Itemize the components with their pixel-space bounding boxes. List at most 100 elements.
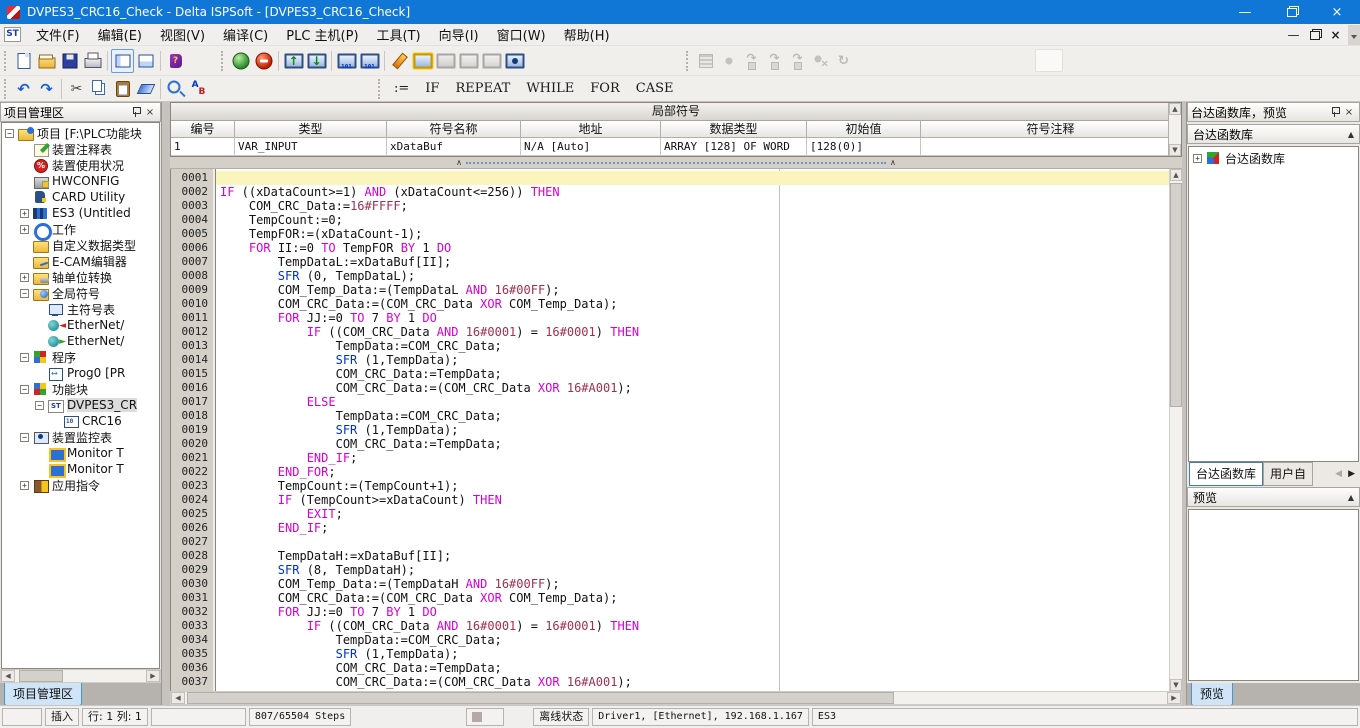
code-line[interactable]: TempCount:=0; — [216, 213, 1169, 227]
code-line[interactable]: TempData:=COM_CRC_Data; — [216, 633, 1169, 647]
edit-pen-button[interactable] — [388, 49, 411, 73]
mdi-close-button[interactable]: × — [1325, 26, 1346, 44]
symbol-cell[interactable]: [128(0)] — [807, 138, 921, 156]
menu-item[interactable]: 编辑(E) — [89, 22, 151, 47]
code-line[interactable]: FOR II:=0 TO TempFOR BY 1 DO — [216, 241, 1169, 255]
mdi-restore-button[interactable] — [1304, 26, 1325, 44]
code-line[interactable]: SFR (1,TempData); — [216, 353, 1169, 367]
menu-item[interactable]: 窗口(W) — [488, 22, 555, 47]
tab-scroll-left-icon[interactable]: ◀ — [1332, 467, 1345, 481]
toolbar-grip[interactable] — [4, 51, 8, 71]
tree-item[interactable]: +ES3 (Untitled — [2, 205, 159, 221]
print-button[interactable] — [81, 49, 104, 73]
expander-minus-icon[interactable]: − — [35, 401, 44, 410]
re-execute-button[interactable] — [832, 49, 855, 73]
monitor-offline-1-button[interactable] — [457, 49, 480, 73]
code-line[interactable]: COM_Temp_Data:=(TempDataH AND 16#00FF); — [216, 577, 1169, 591]
tree-item[interactable]: 自定义数据类型 — [2, 237, 159, 253]
project-tree-hscrollbar[interactable]: ◀ ▶ — [0, 669, 161, 683]
tree-item[interactable]: −装置监控表 — [2, 429, 159, 445]
scroll-left-button[interactable]: ◀ — [171, 692, 185, 704]
search-button[interactable] — [164, 77, 187, 101]
st-snippet-button[interactable]: := — [386, 79, 417, 98]
scrollbar-thumb[interactable] — [187, 692, 894, 704]
library-section-header[interactable]: 台达函数库 ▲ — [1187, 124, 1360, 144]
code-line[interactable]: COM_CRC_Data:=TempData; — [216, 367, 1169, 381]
expander-plus-icon[interactable]: + — [20, 209, 29, 218]
run-button[interactable] — [229, 49, 252, 73]
column-header[interactable]: 地址 — [521, 121, 661, 138]
view-output-button[interactable] — [134, 49, 157, 73]
tree-item[interactable]: Monitor T — [2, 445, 159, 461]
redo-button[interactable] — [35, 77, 58, 101]
help-book-button[interactable] — [164, 49, 187, 73]
editor-hscrollbar[interactable]: ◀ ▶ — [170, 691, 1182, 705]
scroll-up-button[interactable]: ▲ — [1169, 103, 1181, 115]
tree-item[interactable]: +工作 — [2, 221, 159, 237]
tree-item[interactable]: +轴单位转换 — [2, 269, 159, 285]
symbol-cell[interactable]: xDataBuf — [387, 138, 521, 156]
tree-item[interactable]: + 台达函数库 — [1189, 150, 1358, 166]
code-line[interactable]: SFR (1,TempData); — [216, 647, 1169, 661]
menu-item[interactable]: 帮助(H) — [555, 22, 619, 47]
tree-item[interactable]: −DVPES3_CR — [2, 397, 159, 413]
expander-minus-icon[interactable]: − — [20, 433, 29, 442]
minimize-button[interactable]: — — [1222, 0, 1268, 24]
tree-item[interactable]: HWCONFIG — [2, 173, 159, 189]
save-button[interactable] — [58, 49, 81, 73]
code-line[interactable]: TempData:=COM_CRC_Data; — [216, 339, 1169, 353]
code-line[interactable] — [216, 171, 1169, 185]
expander-minus-icon[interactable]: − — [20, 385, 29, 394]
code-line[interactable]: COM_CRC_Data:=TempData; — [216, 437, 1169, 451]
card-utility-button[interactable] — [434, 49, 457, 73]
pin-button[interactable] — [129, 105, 143, 119]
step-out-button[interactable] — [786, 49, 809, 73]
cut-button[interactable] — [65, 77, 88, 101]
tree-item[interactable]: −功能块 — [2, 381, 159, 397]
tree-item[interactable]: +应用指令 — [2, 477, 159, 493]
menu-item[interactable]: 工具(T) — [368, 22, 430, 47]
scrollbar-track[interactable] — [185, 692, 1167, 704]
preview-section-header[interactable]: 预览 ▲ — [1187, 487, 1360, 507]
stop-button[interactable] — [252, 49, 275, 73]
tree-item[interactable]: Prog0 [PR — [2, 365, 159, 381]
upload-button[interactable] — [282, 49, 305, 73]
tree-item[interactable]: E-CAM编辑器 — [2, 253, 159, 269]
toolbar-overflow-button[interactable] — [1348, 25, 1360, 45]
code-line[interactable]: FOR JJ:=0 TO 7 BY 1 DO — [216, 605, 1169, 619]
left-splitter[interactable] — [162, 102, 170, 705]
scrollbar-track[interactable] — [15, 670, 146, 682]
monitor-online-button[interactable] — [411, 49, 434, 73]
code-line[interactable]: SFR (1,TempData); — [216, 423, 1169, 437]
code-line[interactable] — [216, 535, 1169, 549]
debug-settings-button[interactable] — [694, 49, 717, 73]
undo-button[interactable] — [12, 77, 35, 101]
scroll-right-button[interactable]: ▶ — [1167, 692, 1181, 704]
pin-button[interactable] — [1328, 105, 1342, 119]
tree-item[interactable]: Monitor T — [2, 461, 159, 477]
monitor-bits-1-button[interactable] — [335, 49, 358, 73]
code-line[interactable]: TempFOR:=(xDataCount-1); — [216, 227, 1169, 241]
symbol-table-vscrollbar[interactable]: ▲ ▼ — [1168, 103, 1181, 156]
column-header[interactable]: 数据类型 — [661, 121, 807, 138]
code-line[interactable]: IF (TempCount>=xDataCount) THEN — [216, 493, 1169, 507]
step-over-button[interactable] — [763, 49, 786, 73]
menu-item[interactable]: PLC 主机(P) — [277, 22, 367, 47]
close-button[interactable]: × — [1314, 0, 1360, 24]
breakpoint-dot-button[interactable] — [717, 49, 740, 73]
tab-delta-library[interactable]: 台达函数库 — [1189, 462, 1263, 486]
code-text-area[interactable]: IF ((xDataCount>=1) AND (xDataCount<=256… — [216, 169, 1169, 691]
tree-item[interactable]: 装置使用状况 — [2, 157, 159, 173]
code-line[interactable]: COM_CRC_Data:=16#FFFF; — [216, 199, 1169, 213]
toolbar-grip[interactable] — [686, 51, 690, 71]
tree-item[interactable]: 主符号表 — [2, 301, 159, 317]
monitor-offline-2-button[interactable] — [480, 49, 503, 73]
st-snippet-button[interactable]: CASE — [628, 79, 682, 98]
menu-item[interactable]: 文件(F) — [27, 22, 89, 47]
eraser-button[interactable] — [134, 77, 157, 101]
scroll-left-button[interactable]: ◀ — [1, 670, 15, 682]
menu-item[interactable]: 视图(V) — [151, 22, 214, 47]
st-snippet-button[interactable]: IF — [417, 79, 447, 98]
tree-item[interactable]: CRC16 — [2, 413, 159, 429]
scroll-right-button[interactable]: ▶ — [146, 670, 160, 682]
